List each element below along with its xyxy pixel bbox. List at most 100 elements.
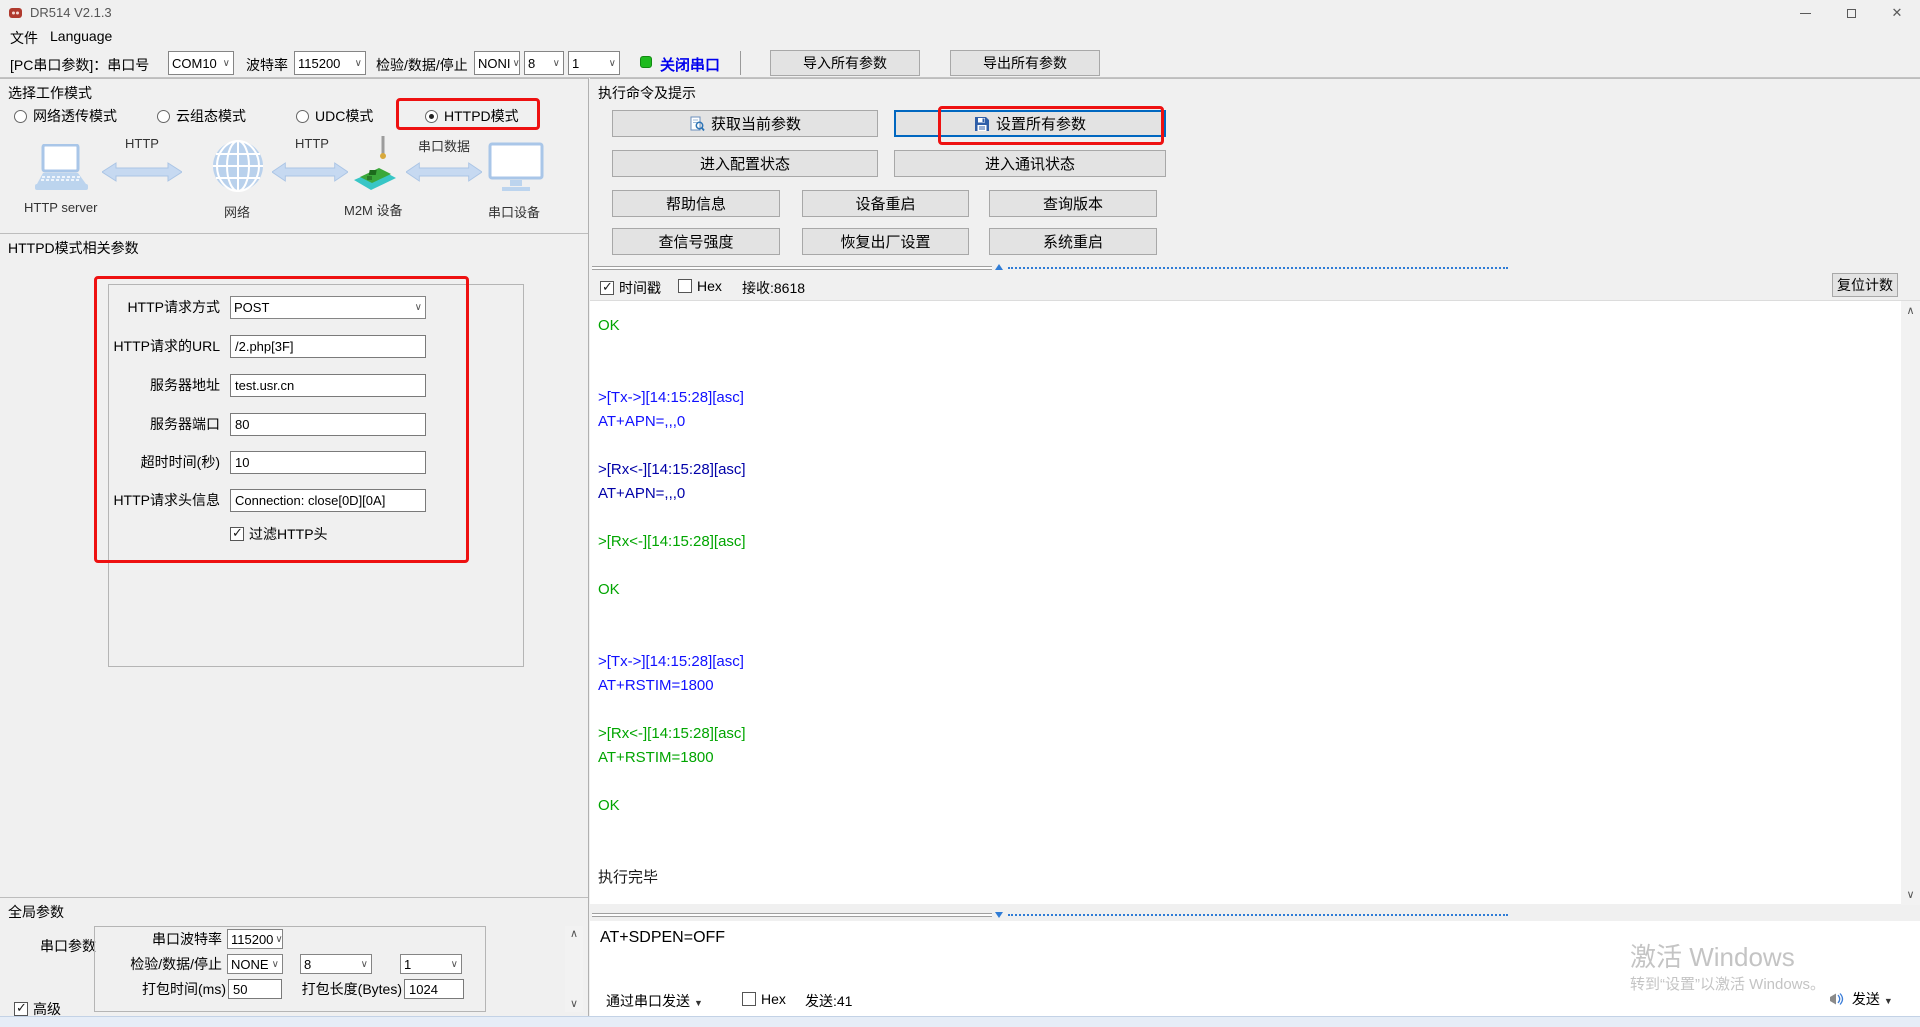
send-top-splitter[interactable] [590, 909, 1920, 921]
reset-count-button[interactable]: 复位计数 [1832, 273, 1898, 297]
http-method-select[interactable]: POST ∨ [230, 296, 426, 319]
scroll-up-icon[interactable]: ∧ [565, 926, 583, 942]
node-label-http-server: HTTP server [24, 200, 98, 215]
node-label-m2m: M2M 设备 [344, 203, 403, 218]
gp-parity-select[interactable]: NONE ∨ [227, 954, 283, 974]
close-button[interactable]: ✕ [1874, 0, 1920, 26]
log-line: OK [598, 581, 620, 598]
radio-httpd[interactable]: HTTPD模式 [425, 106, 519, 126]
set-params-button[interactable]: 设置所有参数 [894, 110, 1166, 137]
restore-button[interactable] [1828, 0, 1874, 26]
serial-params-label: 串口参数 [40, 938, 96, 954]
log-line: AT+APN=,,,0 [598, 413, 686, 430]
stopbits-value: 1 [572, 55, 580, 71]
window-title: DR514 V2.1.3 [30, 5, 112, 20]
send-area[interactable]: AT+SDPEN=OFF 通过串口发送 ▼ Hex 发送:41 激活 Window… [590, 921, 1920, 1016]
global-params-header: 全局参数 [0, 897, 588, 922]
right-panel: 执行命令及提示 获取当前参数 设置所有参数 进入配置状态 进入通讯状态 帮助信息… [590, 78, 1920, 1016]
checkbox-checked-icon [230, 525, 244, 541]
send-button[interactable]: 发送 ▼ [1828, 989, 1893, 1010]
scroll-down-icon[interactable]: ∨ [1901, 887, 1920, 903]
databits-select[interactable]: 8 ∨ [524, 51, 564, 75]
global-params-scrollbar[interactable]: ∧ ∨ [565, 926, 583, 1012]
databits-value: 8 [528, 55, 536, 71]
help-info-button[interactable]: 帮助信息 [612, 190, 780, 217]
timeout-label: 超时时间(秒) [140, 454, 220, 470]
pack-len-input[interactable] [404, 979, 464, 999]
send-button-label: 发送 [1851, 991, 1880, 1007]
set-params-label: 设置所有参数 [995, 116, 1086, 133]
log-output[interactable]: OK >[Tx->][14:15:28][asc] AT+APN=,,,0 >[Rx<… [590, 300, 1920, 905]
save-floppy-icon [974, 116, 990, 132]
recv-hex-label: Hex [697, 278, 722, 294]
log-scrollbar[interactable]: ∧ ∨ [1901, 301, 1920, 905]
http-header-input[interactable] [230, 489, 426, 512]
link-label-http2: HTTP [295, 136, 329, 151]
server-addr-input[interactable] [230, 374, 426, 397]
radio-icon [296, 110, 309, 123]
splitter-ridge [592, 266, 992, 270]
menu-language[interactable]: Language [50, 28, 112, 44]
scroll-up-icon[interactable]: ∧ [1901, 303, 1920, 319]
baud-label: 波特率 [246, 57, 288, 73]
menu-file[interactable]: 文件 [10, 28, 38, 48]
stopbits-select[interactable]: 1 ∨ [568, 51, 620, 75]
query-signal-button[interactable]: 查信号强度 [612, 228, 780, 255]
laptop-icon [28, 143, 92, 199]
timeout-input[interactable] [230, 451, 426, 474]
import-params-button[interactable]: 导入所有参数 [770, 50, 920, 76]
radio-cloud[interactable]: 云组态模式 [157, 106, 246, 126]
send-via-dropdown[interactable]: 通过串口发送 ▼ [606, 991, 703, 1011]
get-params-button[interactable]: 获取当前参数 [612, 110, 878, 137]
log-top-splitter[interactable] [590, 262, 1920, 274]
gp-databits-value: 8 [304, 956, 312, 972]
chevron-down-icon: ∨ [608, 57, 616, 69]
log-line: >[Tx->][14:15:28][asc] [598, 389, 744, 406]
http-header-label: HTTP请求头信息 [113, 492, 220, 508]
splitter-arrow-down-icon[interactable] [995, 912, 1003, 918]
radio-udc[interactable]: UDC模式 [296, 106, 373, 126]
system-restart-button[interactable]: 系统重启 [989, 228, 1157, 255]
link-label-http1: HTTP [125, 136, 159, 151]
timestamp-checkbox[interactable]: 时间戳 [600, 278, 661, 298]
minimize-icon [1799, 12, 1811, 14]
scroll-down-icon[interactable]: ∨ [565, 996, 583, 1012]
minimize-button[interactable] [1782, 0, 1828, 26]
com-port-select[interactable]: COM10 ∨ [168, 51, 234, 75]
factory-reset-button[interactable]: 恢复出厂设置 [802, 228, 969, 255]
radio-label: UDC模式 [315, 108, 374, 124]
baud-select[interactable]: 115200 ∨ [294, 51, 366, 75]
close-serial-button[interactable]: 关闭串口 [660, 54, 720, 75]
gp-baud-select[interactable]: 115200 ∨ [227, 929, 283, 949]
parity-select[interactable]: NONI ∨ [474, 51, 520, 75]
enter-config-button[interactable]: 进入配置状态 [612, 150, 878, 177]
gp-parity-value: NONE [231, 956, 269, 972]
send-hex-label: Hex [761, 991, 786, 1007]
enter-comm-button[interactable]: 进入通讯状态 [894, 150, 1166, 177]
gp-stopbits-select[interactable]: 1 ∨ [400, 954, 462, 974]
server-port-input[interactable] [230, 413, 426, 436]
query-version-button[interactable]: 查询版本 [989, 190, 1157, 217]
radio-selected-icon [425, 110, 438, 123]
m2m-device-icon [352, 134, 398, 203]
advanced-label: 高级 [33, 1001, 61, 1017]
send-hex-checkbox[interactable]: Hex [742, 991, 786, 1007]
splitter-arrow-up-icon[interactable] [995, 264, 1003, 270]
radio-icon [157, 110, 170, 123]
gp-databits-select[interactable]: 8 ∨ [300, 954, 372, 974]
filter-http-checkbox[interactable]: 过滤HTTP头 [230, 524, 328, 544]
radio-net-transparent[interactable]: 网络透传模式 [14, 106, 117, 126]
arrow-icon [405, 162, 483, 187]
pack-time-input[interactable] [228, 979, 282, 999]
export-params-button[interactable]: 导出所有参数 [950, 50, 1100, 76]
http-url-input[interactable] [230, 335, 426, 358]
recv-hex-checkbox[interactable]: Hex [678, 278, 722, 294]
radio-icon [14, 110, 27, 123]
device-restart-button[interactable]: 设备重启 [802, 190, 969, 217]
send-input[interactable]: AT+SDPEN=OFF [600, 929, 725, 947]
